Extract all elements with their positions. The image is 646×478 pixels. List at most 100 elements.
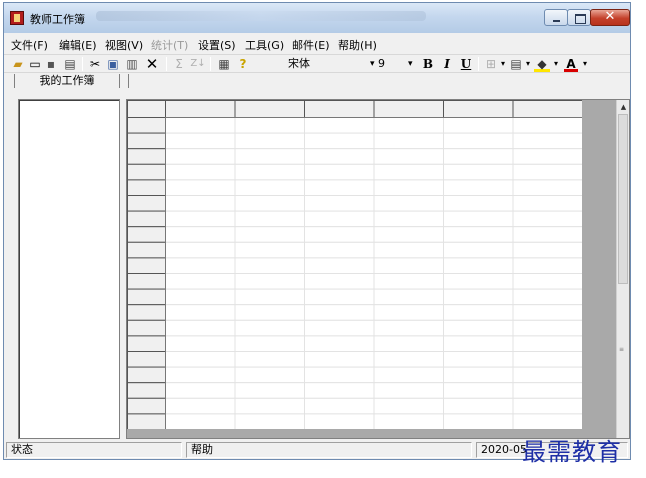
row-header[interactable] [127, 117, 166, 134]
formula-bar[interactable] [128, 74, 628, 88]
cut-icon[interactable]: ✂ [88, 56, 102, 72]
sort-icon[interactable]: Z↓ [190, 56, 206, 72]
grid-cell[interactable] [512, 195, 582, 212]
row-header[interactable] [127, 257, 166, 274]
grid-cell[interactable] [234, 288, 305, 306]
row-header[interactable] [127, 288, 166, 306]
column-header[interactable] [512, 100, 582, 118]
grid-cell[interactable] [512, 148, 582, 165]
menu-file[interactable]: 文件(F) [11, 37, 48, 53]
select-all-corner[interactable] [127, 100, 166, 118]
chevron-down-icon[interactable]: ▾ [581, 56, 589, 72]
grid-cell[interactable] [373, 351, 444, 368]
grid-cell[interactable] [443, 179, 514, 197]
grid-cell[interactable] [165, 351, 236, 368]
delete-icon[interactable]: ✕ [144, 56, 160, 72]
grid-cell[interactable] [165, 179, 236, 197]
grid-cell[interactable] [373, 288, 444, 306]
grid-cell[interactable] [234, 273, 305, 290]
grid-cell[interactable] [373, 397, 444, 415]
grid-cell[interactable] [165, 413, 236, 429]
copy-icon[interactable]: ▣ [106, 56, 120, 72]
grid-cell[interactable] [234, 148, 305, 165]
paste-icon[interactable]: ▥ [124, 56, 140, 72]
grid-cell[interactable] [234, 210, 305, 228]
grid-cell[interactable] [234, 366, 305, 384]
vertical-scrollbar[interactable]: ▲ ≡ [616, 100, 629, 438]
properties-icon[interactable]: ▦ [216, 56, 232, 72]
scroll-up-icon[interactable]: ▲ [617, 100, 629, 114]
grid-cell[interactable] [304, 195, 375, 212]
grid-cell[interactable] [373, 319, 444, 337]
menu-settings[interactable]: 设置(S) [198, 37, 236, 53]
grid-cell[interactable] [165, 257, 236, 274]
grid-cell[interactable] [304, 288, 375, 306]
grid-cell[interactable] [165, 382, 236, 399]
row-header[interactable] [127, 226, 166, 243]
grid-cell[interactable] [512, 335, 582, 352]
grid-cell[interactable] [443, 366, 514, 384]
grid-cell[interactable] [165, 132, 236, 150]
grid-cell[interactable] [373, 210, 444, 228]
grid-cell[interactable] [512, 179, 582, 197]
grid-cell[interactable] [234, 351, 305, 368]
menu-view[interactable]: 视图(V) [105, 37, 143, 53]
grid-cell[interactable] [373, 148, 444, 165]
grid-cell[interactable] [304, 273, 375, 290]
grid-cell[interactable] [165, 226, 236, 243]
menu-help[interactable]: 帮助(H) [338, 37, 377, 53]
grid-cell[interactable] [165, 335, 236, 352]
grid-cell[interactable] [443, 210, 514, 228]
font-color-icon[interactable]: A [564, 56, 578, 72]
row-header[interactable] [127, 195, 166, 212]
fill-color-icon[interactable]: ◆ [534, 56, 550, 72]
row-header[interactable] [127, 132, 166, 150]
grid-cell[interactable] [165, 319, 236, 337]
grid-cell[interactable] [512, 257, 582, 274]
italic-button[interactable]: I [441, 56, 453, 72]
grid-cell[interactable] [512, 210, 582, 228]
grid-cell[interactable] [443, 382, 514, 399]
app-icon[interactable] [10, 11, 24, 25]
grid-cell[interactable] [512, 366, 582, 384]
row-header[interactable] [127, 163, 166, 181]
row-header[interactable] [127, 304, 166, 321]
grid-cell[interactable] [304, 148, 375, 165]
grid-cell[interactable] [165, 163, 236, 181]
grid-cell[interactable] [165, 241, 236, 259]
grid-cell[interactable] [304, 319, 375, 337]
menu-statistics[interactable]: 统计(T) [151, 37, 188, 53]
help-icon[interactable]: ? [236, 56, 250, 72]
grid-cell[interactable] [443, 273, 514, 290]
column-header[interactable] [234, 100, 305, 118]
row-header[interactable] [127, 351, 166, 368]
grid-cell[interactable] [443, 319, 514, 337]
workbook-tree[interactable] [18, 99, 120, 439]
sum-icon[interactable]: Σ [172, 56, 186, 72]
row-header[interactable] [127, 319, 166, 337]
menu-edit[interactable]: 编辑(E) [59, 37, 97, 53]
grid-cell[interactable] [304, 117, 375, 134]
grid-cell[interactable] [165, 366, 236, 384]
row-header[interactable] [127, 210, 166, 228]
minimize-button[interactable] [544, 9, 568, 26]
grid-cell[interactable] [234, 195, 305, 212]
maximize-button[interactable] [567, 9, 591, 26]
grid-cell[interactable] [512, 288, 582, 306]
column-header[interactable] [304, 100, 375, 118]
grid-cell[interactable] [304, 335, 375, 352]
grid-cell[interactable] [165, 397, 236, 415]
underline-button[interactable]: U [460, 56, 472, 72]
font-size-select[interactable]: 9 ▾ [370, 56, 420, 72]
new-file-icon[interactable]: ▭ [28, 56, 42, 72]
row-header[interactable] [127, 273, 166, 290]
grid-cell[interactable] [512, 273, 582, 290]
grid-cell[interactable] [512, 163, 582, 181]
column-header[interactable] [443, 100, 514, 118]
grid-cell[interactable] [443, 304, 514, 321]
grid-cell[interactable] [165, 148, 236, 165]
menu-tools[interactable]: 工具(G) [245, 37, 284, 53]
chevron-down-icon[interactable]: ▾ [524, 56, 532, 72]
grid-cell[interactable] [304, 241, 375, 259]
grid-cell[interactable] [373, 195, 444, 212]
